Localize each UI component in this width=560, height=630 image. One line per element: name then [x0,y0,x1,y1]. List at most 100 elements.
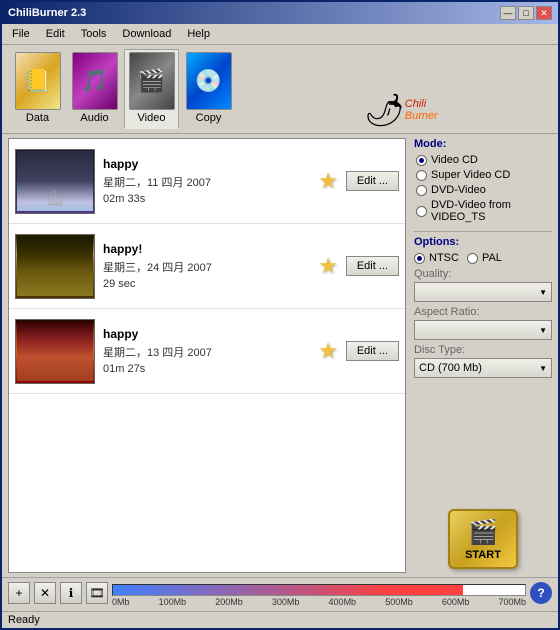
video-date-3: 星期二，13 四月 2007 [103,344,302,360]
video-title-3: happy [103,327,302,341]
toolbar: 📒 Data 🎵 Audio 🎬 Video 💿 Copy 🌶 [2,45,558,134]
video-date-1: 星期二，11 四月 2007 [103,174,302,190]
logo-area: 🌶 Chili Burner [248,91,550,129]
video-duration-2: 29 sec [103,278,302,290]
window-controls: — □ ✕ [500,6,552,20]
list-item: happy 星期二，11 四月 2007 02m 33s ★ Edit ... [9,139,405,224]
mode-dvd-video[interactable]: DVD-Video [416,184,552,196]
main-window: ChiliBurner 2.3 — □ ✕ File Edit Tools Do… [0,0,560,630]
tab-data-label: Data [26,112,49,124]
progress-labels: 0Mb 100Mb 200Mb 300Mb 400Mb 500Mb 600Mb … [112,597,526,607]
status-bar: Ready [2,611,558,628]
disc-type-select[interactable]: CD (700 Mb) ▼ [414,358,552,378]
start-icon: 🎬 [468,518,498,547]
pepper-icon: 🌶 [364,91,405,129]
progress-label-4: 400Mb [329,597,357,607]
mode-video-cd-label: Video CD [431,154,478,166]
quality-select[interactable]: ▼ [414,282,552,302]
video-title-1: happy [103,157,302,171]
progress-label-7: 700Mb [498,597,526,607]
logo-chili: Chili [405,98,426,110]
video-thumbnail-1 [15,149,95,214]
close-button[interactable]: ✕ [536,6,552,20]
progress-label-5: 500Mb [385,597,413,607]
options-section: Options: NTSC PAL Quality: ▼ [414,231,552,378]
add-button[interactable]: + [8,582,30,604]
film-button[interactable]: 🎞 [86,582,108,604]
radio-ntsc[interactable] [414,253,425,264]
tab-video-icon: 🎬 [129,52,175,110]
info-button[interactable]: ℹ [60,582,82,604]
tab-video[interactable]: 🎬 Video [124,49,179,129]
star-rating-2[interactable]: ★ [318,253,338,279]
option-pal[interactable]: PAL [467,252,502,264]
pal-label: PAL [482,252,502,264]
aspect-ratio-dropdown-arrow: ▼ [539,326,547,335]
tab-data-icon: 📒 [15,52,61,110]
radio-pal[interactable] [467,253,478,264]
maximize-button[interactable]: □ [518,6,534,20]
progress-label-2: 200Mb [215,597,243,607]
progress-fill [113,585,463,595]
progress-area: 0Mb 100Mb 200Mb 300Mb 400Mb 500Mb 600Mb … [112,582,526,604]
tab-data[interactable]: 📒 Data [10,49,65,129]
title-bar: ChiliBurner 2.3 — □ ✕ [2,2,558,24]
option-ntsc[interactable]: NTSC [414,252,459,264]
progress-label-1: 100Mb [159,597,187,607]
mode-dvd-video-label: DVD-Video [431,184,486,196]
window-title: ChiliBurner 2.3 [8,7,86,19]
edit-button-1[interactable]: Edit ... [346,171,399,191]
radio-super-video-cd[interactable] [416,170,427,181]
video-date-2: 星期三，24 四月 2007 [103,259,302,275]
start-button[interactable]: 🎬 START [448,509,518,569]
logo-burner: Burner [405,110,438,122]
menu-bar: File Edit Tools Download Help [2,24,558,45]
disc-type-label: Disc Type: [414,344,552,356]
video-list: happy 星期二，11 四月 2007 02m 33s ★ Edit ... … [8,138,406,573]
video-duration-1: 02m 33s [103,193,302,205]
menu-download[interactable]: Download [116,26,177,42]
list-item: happy 星期二，13 四月 2007 01m 27s ★ Edit ... [9,309,405,394]
mode-dvd-video-ts[interactable]: DVD-Video from VIDEO_TS [416,199,552,223]
radio-video-cd[interactable] [416,155,427,166]
right-panel: Mode: Video CD Super Video CD DVD-Video [408,134,558,577]
aspect-ratio-select[interactable]: ▼ [414,320,552,340]
radio-dvd-video[interactable] [416,185,427,196]
menu-help[interactable]: Help [181,26,216,42]
tab-audio[interactable]: 🎵 Audio [67,49,122,129]
quality-label: Quality: [414,268,552,280]
menu-file[interactable]: File [6,26,36,42]
mode-title: Mode: [414,138,552,150]
star-rating-3[interactable]: ★ [318,338,338,364]
mode-super-video-cd[interactable]: Super Video CD [416,169,552,181]
radio-dvd-video-ts[interactable] [416,206,427,217]
mode-section: Mode: Video CD Super Video CD DVD-Video [414,138,552,223]
minimize-button[interactable]: — [500,6,516,20]
tab-copy-icon: 💿 [186,52,232,110]
menu-edit[interactable]: Edit [40,26,71,42]
status-text: Ready [8,614,40,626]
video-info-3: happy 星期二，13 四月 2007 01m 27s [95,327,310,375]
main-content: happy 星期二，11 四月 2007 02m 33s ★ Edit ... … [2,134,558,577]
video-thumbnail-3 [15,319,95,384]
video-thumbnail-2 [15,234,95,299]
tab-copy[interactable]: 💿 Copy [181,49,236,129]
help-button[interactable]: ? [530,582,552,604]
edit-button-3[interactable]: Edit ... [346,341,399,361]
ntsc-pal-row: NTSC PAL [414,252,552,264]
star-rating-1[interactable]: ★ [318,168,338,194]
mode-video-cd[interactable]: Video CD [416,154,552,166]
bottom-toolbar: + ✕ ℹ 🎞 0Mb 100Mb 200Mb 300Mb 400Mb 500M… [8,582,552,604]
progress-label-6: 600Mb [442,597,470,607]
menu-tools[interactable]: Tools [75,26,113,42]
logo-text: Chili Burner [405,98,438,122]
video-title-2: happy! [103,242,302,256]
disc-type-value: CD (700 Mb) [419,362,482,374]
mode-super-video-cd-label: Super Video CD [431,169,510,181]
start-button-area: 🎬 START [414,386,552,573]
edit-button-2[interactable]: Edit ... [346,256,399,276]
video-info-1: happy 星期二，11 四月 2007 02m 33s [95,157,310,205]
tab-copy-label: Copy [196,112,222,124]
progress-label-3: 300Mb [272,597,300,607]
remove-button[interactable]: ✕ [34,582,56,604]
